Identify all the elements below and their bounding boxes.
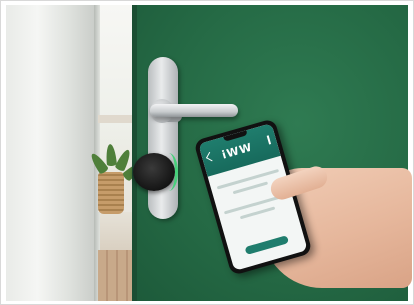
photo-scene: iWW (0, 0, 414, 305)
window-shelf (98, 115, 132, 123)
back-arrow-icon (205, 151, 216, 162)
app-logo: iWW (220, 140, 254, 162)
plant-pot (98, 172, 124, 214)
door-frame (6, 5, 96, 301)
menu-icon (266, 135, 272, 145)
lock-indicator-light (160, 153, 178, 191)
lock-backplate (148, 57, 178, 219)
door-edge (132, 5, 137, 301)
floor (98, 250, 132, 301)
phone-notch (223, 130, 248, 142)
door-handle (150, 104, 238, 117)
app-action-button (244, 235, 290, 255)
